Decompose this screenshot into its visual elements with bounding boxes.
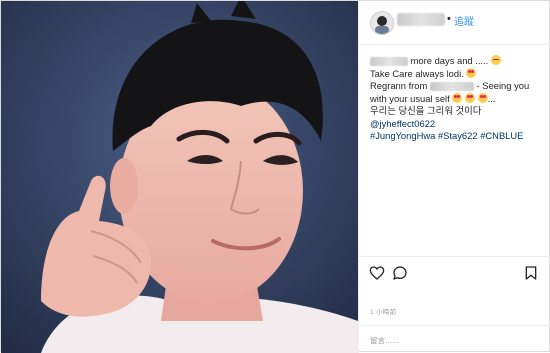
instagram-post: • 追蹤 more days and ..... Take Care alway… [0,0,550,353]
avatar[interactable] [370,11,394,35]
hashtag-link[interactable]: #Stay622 [438,130,478,141]
mention-redacted[interactable] [429,82,474,92]
comment-input[interactable] [370,333,540,347]
post-header: • 追蹤 [359,1,550,45]
action-bar [359,256,550,286]
heart-eyes-emoji-icon [466,67,477,78]
avatar-image [371,12,393,34]
mention-link[interactable]: @jyheffect0622 [370,118,435,129]
sleepy-emoji-icon [490,55,501,65]
caption-text-1: more days and ..... [410,55,489,66]
comment-box [359,325,550,353]
caption-hashtags: #JungYongHwa #Stay622 #CNBLUE [370,130,545,143]
caption-line-1: more days and ..... [370,55,545,68]
speech-bubble-icon[interactable] [392,265,408,281]
post-timestamp: 1 小時前 [370,309,397,316]
caption-text-4: 우리는 당신을 그리워 것이다 [370,105,482,116]
follow-button[interactable]: 追蹤 [454,13,474,28]
post-caption: more days and ..... Take Care always lod… [370,55,545,143]
username-redacted[interactable] [370,57,408,67]
caption-line-2: Take Care always lodi. [370,67,545,81]
post-photo[interactable] [1,1,358,353]
caption-line-4: 우리는 당신을 그리워 것이다 @jyheffect0622 [370,105,545,130]
caption-line-3: Regrann from - Seeing you with your usua… [370,80,545,105]
heart-eyes-emoji-icon [452,92,463,103]
hashtag-link[interactable]: #CNBLUE [480,130,523,141]
portrait-image [1,1,358,353]
username-redacted[interactable] [397,13,445,26]
header-separator: • [447,13,451,25]
heart-eyes-emoji-icon [464,92,475,103]
bookmark-icon[interactable] [523,265,539,281]
hashtag-link[interactable]: #JungYongHwa [370,130,435,141]
heart-eyes-emoji-icon [477,92,488,103]
caption-ellipsis: ... [487,92,496,104]
post-sidebar: • 追蹤 more days and ..... Take Care alway… [358,1,550,353]
heart-outline-icon[interactable] [369,265,385,281]
caption-text-2: Take Care always lodi. [370,67,464,79]
caption-text-3a: Regrann from [370,80,428,91]
